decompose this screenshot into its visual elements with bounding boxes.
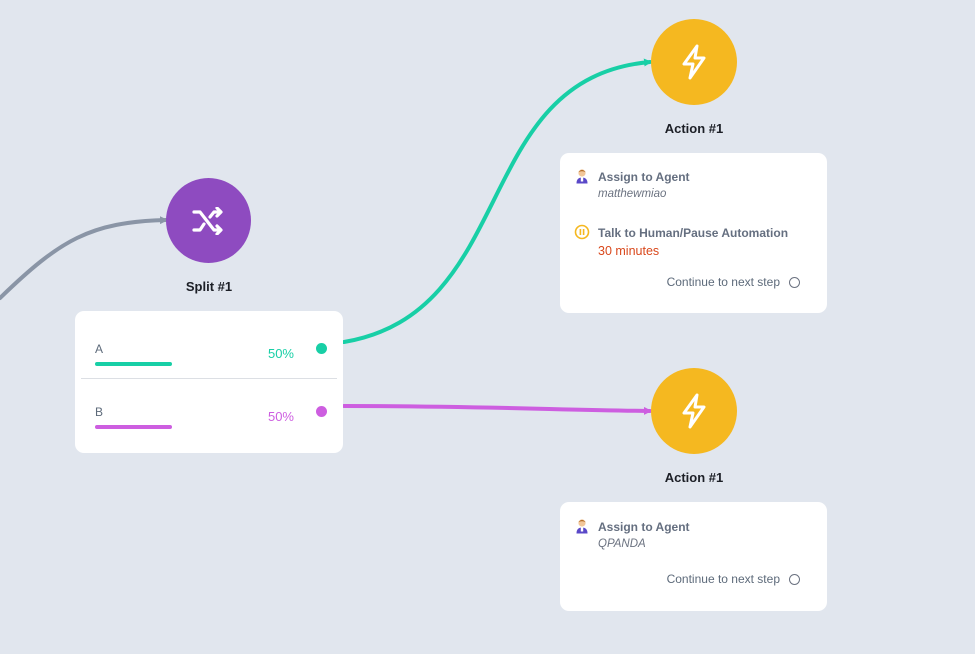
step-title: Assign to Agent — [598, 170, 690, 184]
split-card: A 50% B 50% — [75, 311, 343, 453]
branch-percent: 50% — [267, 409, 294, 424]
divider — [81, 378, 337, 379]
lightning-icon — [682, 393, 706, 429]
action-card-2[interactable]: Assign to Agent QPANDA Continue to next … — [560, 502, 827, 611]
action-node-1[interactable] — [651, 19, 737, 105]
action-card-1[interactable]: Assign to Agent matthewmiao Talk to Huma… — [560, 153, 827, 313]
pause-duration: 30 minutes — [598, 244, 660, 258]
agent-icon — [576, 519, 588, 534]
continue-label: Continue to next step — [666, 275, 780, 289]
branch-b-connector[interactable] — [342, 404, 652, 415]
split-node[interactable] — [166, 178, 251, 263]
lightning-icon — [682, 44, 706, 80]
split-branch-a[interactable]: A 50% — [75, 317, 343, 385]
continue-label: Continue to next step — [666, 572, 780, 586]
branch-bar — [95, 425, 172, 429]
continue-next-step[interactable]: Continue to next step — [640, 572, 800, 586]
branch-name: A — [95, 342, 104, 356]
continue-next-step[interactable]: Continue to next step — [640, 275, 800, 289]
action-label: Action #1 — [664, 470, 724, 485]
branch-a-handle[interactable] — [316, 343, 327, 354]
pause-icon — [574, 224, 590, 240]
branch-name: B — [95, 405, 104, 419]
branch-bar — [95, 362, 172, 366]
agent-name: matthewmiao — [598, 188, 667, 200]
branch-percent: 50% — [267, 346, 294, 361]
split-label: Split #1 — [185, 279, 233, 294]
split-branch-b[interactable]: B 50% — [75, 380, 343, 448]
step-title: Assign to Agent — [598, 520, 690, 534]
agent-icon — [576, 169, 588, 184]
shuffle-icon — [191, 206, 223, 235]
step-title: Talk to Human/Pause Automation — [598, 226, 789, 240]
continue-handle[interactable] — [789, 277, 800, 288]
branch-b-handle[interactable] — [316, 406, 327, 417]
action-label: Action #1 — [664, 121, 724, 136]
continue-handle[interactable] — [789, 574, 800, 585]
agent-name: QPANDA — [598, 538, 646, 550]
action-node-2[interactable] — [651, 368, 737, 454]
